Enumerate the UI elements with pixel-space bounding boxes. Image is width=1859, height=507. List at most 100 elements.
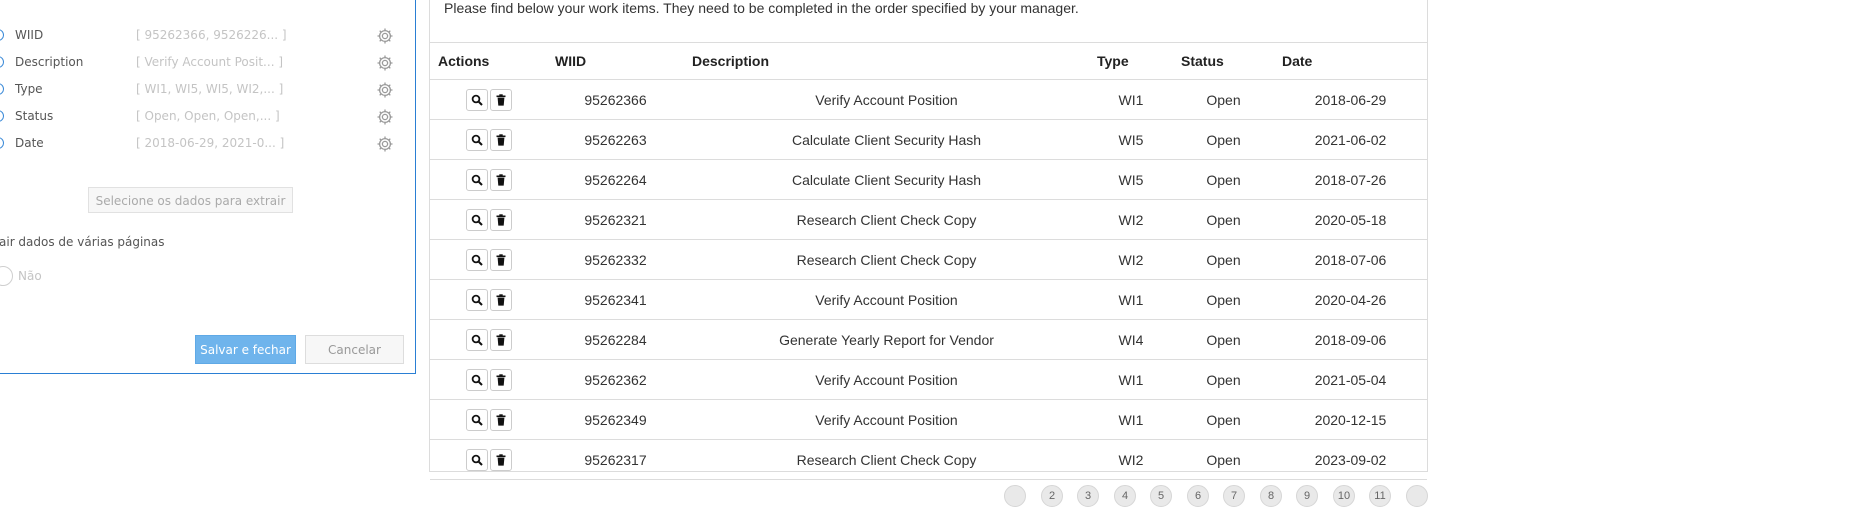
actions-cell	[430, 119, 547, 160]
description-cell: Calculate Client Security Hash	[684, 159, 1089, 200]
column-header-actions: Actions	[430, 42, 547, 80]
multi-page-radio[interactable]	[0, 266, 13, 286]
table-row: 95262362 Verify Account Position WI1 Open 20…	[430, 359, 1427, 400]
gear-icon[interactable]	[375, 80, 395, 100]
field-select-radio[interactable]	[0, 29, 4, 41]
cancel-button[interactable]: Cancelar	[305, 335, 404, 364]
date-cell: 2018-06-29	[1274, 79, 1427, 120]
pagination-page[interactable]: 8	[1260, 485, 1282, 507]
table-row: 95262332 Research Client Check Copy WI2 Ope…	[430, 239, 1427, 280]
gear-icon[interactable]	[375, 53, 395, 73]
delete-button[interactable]	[489, 168, 512, 191]
pagination-prev[interactable]	[1004, 485, 1026, 507]
status-cell: Open	[1173, 119, 1274, 160]
table-row: 95262284 Generate Yearly Report for Vendo…	[430, 319, 1427, 360]
view-button[interactable]	[465, 368, 488, 391]
description-cell: Research Client Check Copy	[684, 439, 1089, 480]
pagination-page[interactable]: 6	[1187, 485, 1209, 507]
gear-icon[interactable]	[375, 134, 395, 154]
date-cell: 2023-09-02	[1274, 439, 1427, 480]
field-select-radio[interactable]	[0, 83, 4, 95]
table-row: 95262264 Calculate Client Security Hash WI…	[430, 159, 1427, 200]
date-cell: 2020-05-18	[1274, 199, 1427, 240]
view-button[interactable]	[465, 328, 488, 351]
field-select-radio[interactable]	[0, 110, 4, 122]
field-select-radio[interactable]	[0, 137, 4, 149]
description-cell: Generate Yearly Report for Vendor	[684, 319, 1089, 360]
field-value-preview: [ 2018-06-29, 2021-0... ]	[136, 136, 285, 150]
type-cell: WI1	[1089, 279, 1173, 320]
actions-cell	[430, 399, 547, 440]
extract-data-dialog: WIID [ 95262366, 9526226... ] Description […	[0, 0, 416, 374]
type-cell: WI2	[1089, 239, 1173, 280]
view-button[interactable]	[465, 408, 488, 431]
column-header-type: Type	[1089, 42, 1173, 80]
field-value-preview: [ Verify Account Posit... ]	[136, 55, 283, 69]
wiid-cell: 95262264	[547, 159, 684, 200]
delete-button[interactable]	[489, 128, 512, 151]
delete-button[interactable]	[489, 448, 512, 471]
wiid-cell: 95262341	[547, 279, 684, 320]
type-cell: WI2	[1089, 439, 1173, 480]
wiid-cell: 95262332	[547, 239, 684, 280]
wiid-cell: 95262321	[547, 199, 684, 240]
actions-cell	[430, 159, 547, 200]
table-row: 95262341 Verify Account Position WI1 Open 20…	[430, 279, 1427, 320]
delete-button[interactable]	[489, 88, 512, 111]
view-button[interactable]	[465, 88, 488, 111]
select-data-button[interactable]: Selecione os dados para extrair	[88, 187, 293, 213]
table-row: 95262263 Calculate Client Security Hash WI…	[430, 119, 1427, 160]
description-cell: Verify Account Position	[684, 79, 1089, 120]
view-button[interactable]	[465, 208, 488, 231]
field-name: Status	[15, 109, 54, 123]
view-button[interactable]	[465, 168, 488, 191]
delete-button[interactable]	[489, 288, 512, 311]
save-and-close-button[interactable]: Salvar e fechar	[195, 335, 296, 364]
pagination-page[interactable]: 10	[1333, 485, 1355, 507]
field-name: Description	[15, 55, 84, 69]
wiid-cell: 95262362	[547, 359, 684, 400]
status-cell: Open	[1173, 399, 1274, 440]
pagination-page[interactable]: 4	[1114, 485, 1136, 507]
date-cell: 2018-09-06	[1274, 319, 1427, 360]
actions-cell	[430, 279, 547, 320]
column-header-description: Description	[684, 42, 1089, 80]
view-button[interactable]	[465, 128, 488, 151]
status-cell: Open	[1173, 439, 1274, 480]
wiid-cell: 95262349	[547, 399, 684, 440]
delete-button[interactable]	[489, 368, 512, 391]
delete-button[interactable]	[489, 248, 512, 271]
actions-cell	[430, 439, 547, 480]
pagination-page[interactable]: 7	[1223, 485, 1245, 507]
description-cell: Research Client Check Copy	[684, 239, 1089, 280]
multi-page-value: Não	[18, 269, 42, 283]
type-cell: WI4	[1089, 319, 1173, 360]
type-cell: WI1	[1089, 399, 1173, 440]
table-row: 95262317 Research Client Check Copy WI2 Ope…	[430, 439, 1427, 480]
description-cell: Verify Account Position	[684, 359, 1089, 400]
pagination-page[interactable]: 9	[1296, 485, 1318, 507]
description-cell: Calculate Client Security Hash	[684, 119, 1089, 160]
pagination-page[interactable]: 5	[1150, 485, 1172, 507]
status-cell: Open	[1173, 319, 1274, 360]
pagination-page[interactable]: 2	[1041, 485, 1063, 507]
date-cell: 2018-07-06	[1274, 239, 1427, 280]
delete-button[interactable]	[489, 328, 512, 351]
view-button[interactable]	[465, 248, 488, 271]
delete-button[interactable]	[489, 208, 512, 231]
view-button[interactable]	[465, 288, 488, 311]
pagination-next[interactable]	[1406, 485, 1428, 507]
pagination-page[interactable]: 3	[1077, 485, 1099, 507]
gear-icon[interactable]	[375, 107, 395, 127]
multi-page-label: air dados de várias páginas	[0, 235, 165, 249]
view-button[interactable]	[465, 448, 488, 471]
type-cell: WI5	[1089, 119, 1173, 160]
pagination-page[interactable]: 11	[1369, 485, 1391, 507]
status-cell: Open	[1173, 159, 1274, 200]
field-row: Status [ Open, Open, Open,... ]	[0, 107, 399, 127]
field-select-radio[interactable]	[0, 56, 4, 68]
gear-icon[interactable]	[375, 26, 395, 46]
delete-button[interactable]	[489, 408, 512, 431]
field-value-preview: [ 95262366, 9526226... ]	[136, 28, 287, 42]
status-cell: Open	[1173, 79, 1274, 120]
